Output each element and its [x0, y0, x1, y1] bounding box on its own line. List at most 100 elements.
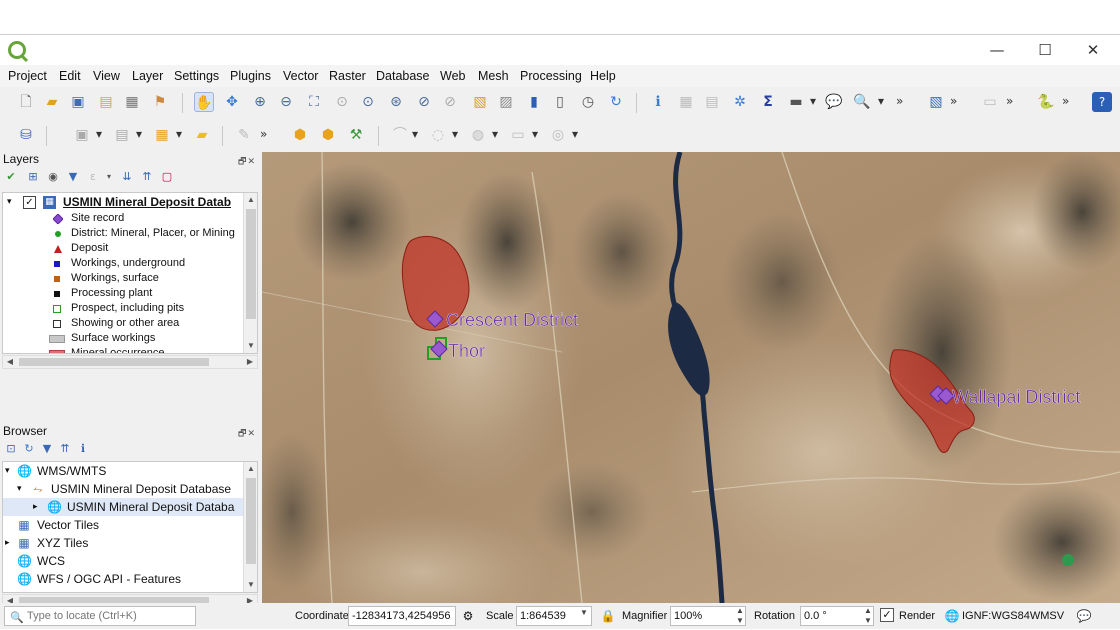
filter-legend-icon[interactable]: ▼ [66, 170, 80, 184]
scroll-down-arrow-icon[interactable]: ▼ [244, 578, 257, 592]
add-selected-layers-icon[interactable]: ⊡ [4, 442, 18, 456]
dropdown-arrow-icon[interactable]: ▾ [136, 127, 142, 141]
menu-plugins[interactable]: Plugins [230, 69, 271, 83]
expand-arrow-icon[interactable]: ▸ [33, 498, 38, 516]
spinbox-arrows-icon[interactable]: ▲ ▼ [862, 606, 874, 626]
tools-icon[interactable]: ⚒ [346, 125, 366, 145]
collapse-arrow-icon[interactable]: ▾ [7, 195, 12, 210]
offset-icon[interactable]: ◎ [548, 125, 568, 145]
dropdown-arrow-icon[interactable]: ▾ [532, 127, 538, 141]
search-icon[interactable]: 🔍 [852, 92, 872, 112]
scroll-right-arrow-icon[interactable]: ▶ [243, 356, 257, 368]
new-project-icon[interactable]: 🗋 [16, 92, 36, 112]
save-as-icon[interactable]: ▤ [96, 92, 116, 112]
zoom-out-icon[interactable]: ⊖ [276, 92, 296, 112]
maximize-button[interactable]: ☐ [1030, 39, 1060, 61]
zoom-next-icon[interactable]: ⊘ [440, 92, 460, 112]
render-checkbox[interactable]: ✓ [880, 608, 894, 622]
dropdown-arrow-icon[interactable]: ▾ [572, 127, 578, 141]
map-canvas[interactable]: Crescent District Thor Wallapai District [262, 152, 1120, 603]
menu-mesh[interactable]: Mesh [478, 69, 509, 83]
attribute-table-icon[interactable]: ▦ [676, 92, 696, 112]
collapse-arrow-icon[interactable]: ▾ [5, 462, 10, 480]
menu-project[interactable]: Project [8, 69, 47, 83]
annotation-icon[interactable]: ▭ [980, 92, 1000, 112]
toolbar-overflow-icon[interactable]: » [1006, 94, 1013, 108]
panel-float-close-icon[interactable]: 🗗✕ [238, 426, 256, 442]
layer-row[interactable]: ▾ ✓ ▦ USMIN Mineral Deposit Datab [3, 195, 243, 210]
field-calculator-icon[interactable]: ▤ [702, 92, 722, 112]
layers-horizontal-scrollbar[interactable]: ◀ ▶ [2, 355, 258, 369]
spinbox-arrows-icon[interactable]: ▲ ▼ [734, 606, 746, 626]
toolbar-overflow-icon[interactable]: » [260, 127, 267, 141]
add-group-icon[interactable]: ⊞ [26, 170, 40, 184]
dropdown-arrow-icon[interactable]: ▾ [492, 127, 498, 141]
layer-tools-icon[interactable]: ▤ [112, 125, 132, 145]
scrollbar-thumb[interactable] [246, 209, 256, 319]
save-project-icon[interactable]: ▣ [68, 92, 88, 112]
zoom-full-icon[interactable]: ⛶ [304, 92, 324, 112]
close-button[interactable]: ✕ [1078, 39, 1108, 61]
new-3d-view-icon[interactable]: ▨ [496, 92, 516, 112]
panel-float-close-icon[interactable]: 🗗✕ [238, 154, 256, 170]
browser-vertical-scrollbar[interactable]: ▲ ▼ [243, 462, 257, 592]
add-ring-icon[interactable]: ◌ [428, 125, 448, 145]
scroll-down-arrow-icon[interactable]: ▼ [244, 339, 257, 353]
pan-to-selection-icon[interactable]: ✥ [222, 92, 242, 112]
edit-pencil-icon[interactable]: ✎ [234, 125, 254, 145]
print-layout-icon[interactable]: ▦ [122, 92, 142, 112]
menu-database[interactable]: Database [376, 69, 430, 83]
zoom-in-icon[interactable]: ⊕ [250, 92, 270, 112]
menu-processing[interactable]: Processing [520, 69, 582, 83]
expand-arrow-icon[interactable]: ▸ [5, 534, 10, 552]
remove-layer-icon[interactable]: ▢ [160, 170, 174, 184]
collapse-all-icon[interactable]: ⇈ [58, 442, 72, 456]
new-map-view-icon[interactable]: ▧ [470, 92, 490, 112]
statistical-summary-icon[interactable]: Σ [758, 92, 778, 112]
refresh-icon[interactable]: ↻ [606, 92, 626, 112]
crs-label[interactable]: IGNF:WGS84WMSV [962, 610, 1064, 622]
zoom-last-icon[interactable]: ⊘ [414, 92, 434, 112]
reshape-icon[interactable]: ▭ [508, 125, 528, 145]
deselect-icon[interactable]: ▰ [192, 125, 212, 145]
style-manager-icon[interactable]: ⚑ [150, 92, 170, 112]
toolbar-overflow-icon[interactable]: » [1062, 94, 1069, 108]
help-icon[interactable]: ? [1092, 92, 1112, 112]
zoom-layer-icon[interactable]: ⊙ [358, 92, 378, 112]
temporal-controller-icon[interactable]: ◷ [578, 92, 598, 112]
pan-icon[interactable]: ✋ [194, 92, 214, 112]
layer-name[interactable]: USMIN Mineral Deposit Datab [63, 195, 231, 210]
dropdown-arrow-icon[interactable]: ▾ [810, 94, 816, 108]
map-svg[interactable]: Crescent District Thor Wallapai District [262, 152, 1120, 603]
layers-vertical-scrollbar[interactable]: ▲ ▼ [243, 193, 257, 353]
menu-help[interactable]: Help [590, 69, 616, 83]
filter-expression-icon[interactable]: ε [86, 170, 100, 184]
menu-settings[interactable]: Settings [174, 69, 219, 83]
messages-icon[interactable]: 💬 [1076, 608, 1092, 624]
select-features-icon[interactable]: ▦ [152, 125, 172, 145]
toolbar-overflow-icon[interactable]: » [896, 94, 903, 108]
layer-visibility-checkbox[interactable]: ✓ [23, 196, 36, 209]
dropdown-arrow-icon[interactable]: ▾ [96, 127, 102, 141]
scroll-up-arrow-icon[interactable]: ▲ [244, 462, 257, 476]
scroll-up-arrow-icon[interactable]: ▲ [244, 193, 257, 207]
measure-icon[interactable]: ▬ [786, 92, 806, 112]
menu-vector[interactable]: Vector [283, 69, 318, 83]
crs-globe-icon[interactable]: 🌐 [944, 608, 960, 624]
show-bookmarks-icon[interactable]: ▯ [550, 92, 570, 112]
dropdown-arrow-icon[interactable]: ▾ [878, 94, 884, 108]
menu-raster[interactable]: Raster [329, 69, 366, 83]
browser-item-usmin-layer[interactable]: ▸ 🌐 USMIN Mineral Deposit Databa [3, 498, 245, 516]
map-tips-icon[interactable]: 💬 [824, 92, 844, 112]
zoom-native-icon[interactable]: ⊛ [386, 92, 406, 112]
menu-layer[interactable]: Layer [132, 69, 163, 83]
dropdown-arrow-icon[interactable]: ▾ [102, 170, 116, 184]
python-console-icon[interactable]: 🐍 [1036, 92, 1056, 112]
expand-all-icon[interactable]: ⇊ [120, 170, 134, 184]
dropdown-arrow-icon[interactable]: ▼ [578, 608, 590, 628]
coordinate-field[interactable]: -12834173,4254956 [348, 606, 456, 626]
poi-marker-icon[interactable] [1062, 554, 1074, 566]
3d-cube-icon[interactable]: ⬢ [290, 125, 310, 145]
properties-icon[interactable]: ℹ [76, 442, 90, 456]
dropdown-arrow-icon[interactable]: ▾ [176, 127, 182, 141]
